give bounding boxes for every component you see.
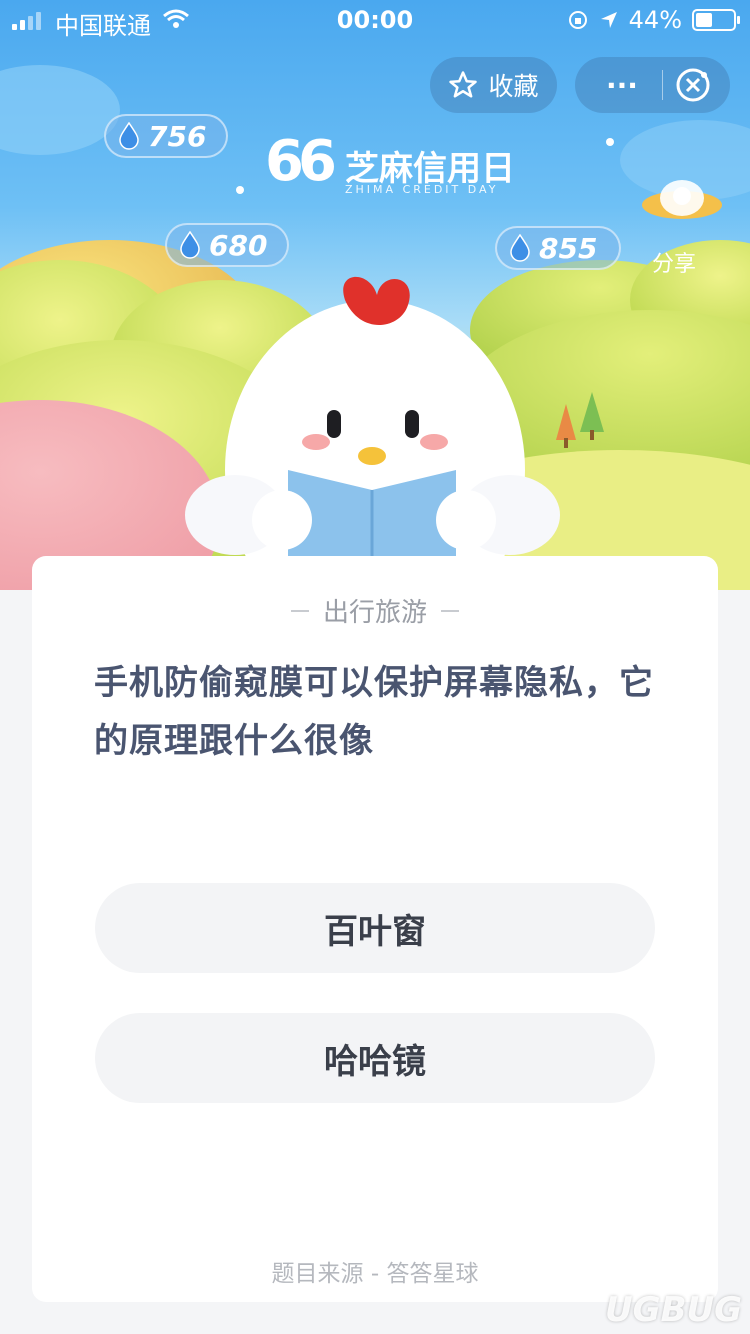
favorite-label: 收藏 [488, 72, 539, 101]
category-label: 出行旅游 [322, 598, 427, 628]
question-source: 题目来源 - 答答星球 [271, 1261, 479, 1287]
location-icon [600, 12, 617, 28]
hero-banner: 中国联通 00:00 44% 收藏 ··· 756 680 855 66 芝麻信… [0, 0, 750, 590]
water-drop-icon [180, 231, 200, 259]
logo-subtitle: ZHIMA CREDIT DAY [345, 183, 499, 196]
score-bubble[interactable]: 756 [104, 114, 228, 158]
divider [441, 609, 459, 612]
score-bubble[interactable]: 680 [165, 223, 289, 267]
rotation-lock-icon [568, 11, 587, 29]
logo-number: 66 [265, 129, 337, 194]
score-value: 756 [148, 119, 207, 153]
capsule-divider [662, 70, 663, 100]
score-bubble[interactable]: 855 [495, 226, 621, 270]
more-button[interactable]: ··· [592, 69, 652, 102]
water-drop-icon [119, 122, 139, 150]
close-miniapp-icon[interactable] [673, 65, 713, 105]
status-bar: 中国联通 00:00 44% [0, 0, 750, 42]
water-drop-icon [510, 234, 530, 262]
divider [290, 609, 309, 612]
quiz-card: 出行旅游 手机防偷窥膜可以保护屏幕隐私，它的原理跟什么很像 百叶窗 哈哈镜 题目… [32, 556, 718, 1302]
menu-capsule: ··· [575, 57, 730, 113]
question-text: 手机防偷窥膜可以保护屏幕隐私，它的原理跟什么很像 [94, 663, 654, 761]
star-icon [449, 71, 478, 98]
score-value: 680 [209, 228, 268, 262]
share-button[interactable]: 分享 [652, 246, 696, 278]
answer-option-1[interactable]: 百叶窗 [95, 883, 655, 973]
zhima-logo: 66 芝麻信用日 ZHIMA CREDIT DAY [265, 129, 525, 203]
site-watermark: UGBUG [605, 1290, 742, 1330]
battery-percent: 44% [628, 6, 682, 34]
answer-option-2[interactable]: 哈哈镜 [95, 1013, 655, 1103]
favorite-button[interactable]: 收藏 [430, 57, 557, 113]
category-header: 出行旅游 [32, 592, 718, 629]
score-value: 855 [539, 231, 598, 265]
battery-icon [692, 9, 740, 31]
